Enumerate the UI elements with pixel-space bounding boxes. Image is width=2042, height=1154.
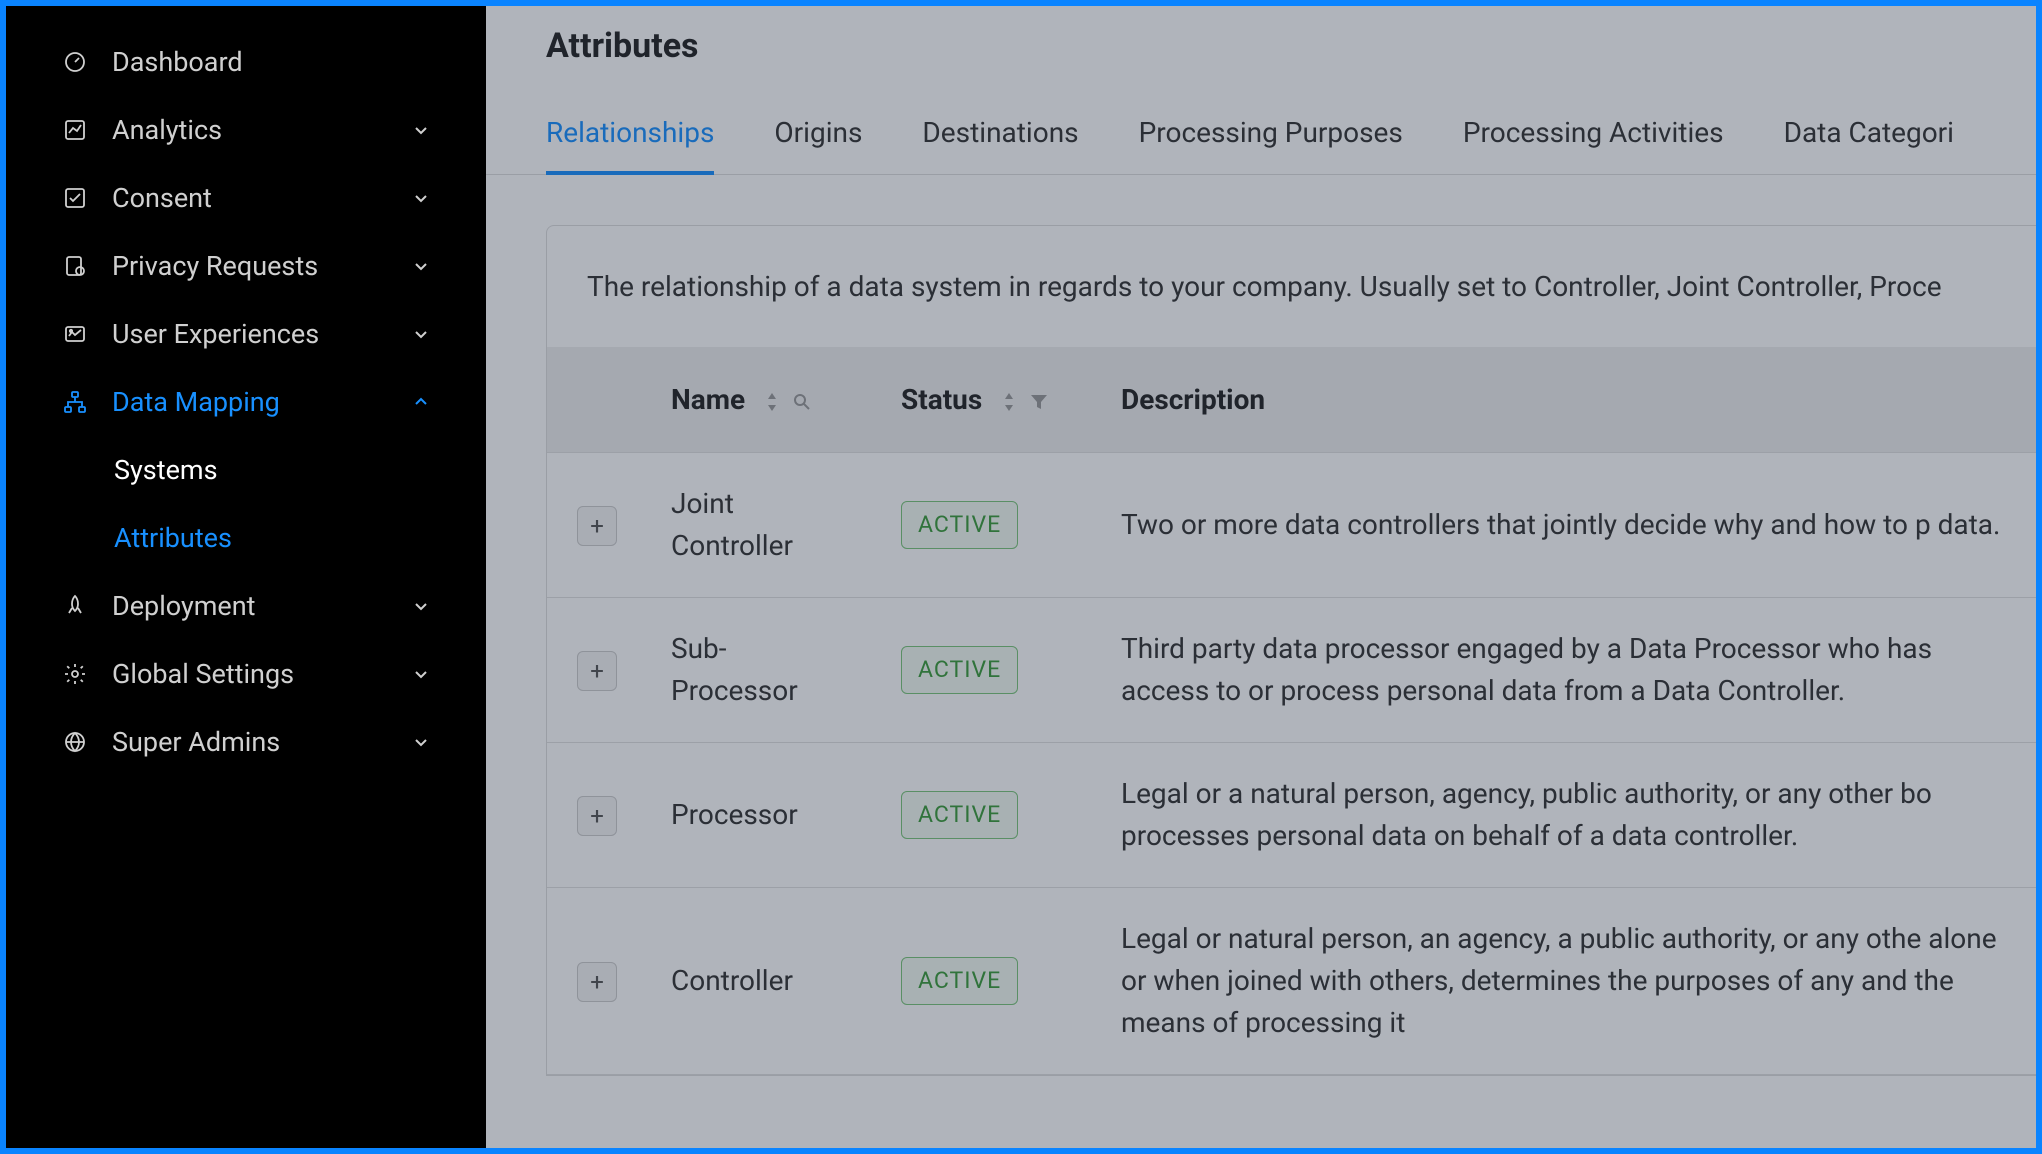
tab-origins[interactable]: Origins bbox=[774, 116, 862, 174]
sidebar-subitem-systems[interactable]: Systems bbox=[6, 436, 486, 504]
sidebar-item-label: User Experiences bbox=[112, 318, 412, 350]
status-badge: ACTIVE bbox=[901, 791, 1018, 840]
tab-data-categories[interactable]: Data Categori bbox=[1784, 116, 1954, 174]
sidebar-item-label: Analytics bbox=[112, 114, 412, 146]
settings-icon bbox=[62, 661, 88, 687]
tab-relationships[interactable]: Relationships bbox=[546, 116, 714, 175]
tab-destinations[interactable]: Destinations bbox=[922, 116, 1078, 174]
chevron-down-icon bbox=[412, 665, 430, 683]
sort-icon[interactable] bbox=[999, 392, 1019, 412]
sidebar-item-analytics[interactable]: Analytics bbox=[6, 96, 486, 164]
sidebar-item-label: Consent bbox=[112, 182, 412, 214]
sidebar-item-user-experiences[interactable]: User Experiences bbox=[6, 300, 486, 368]
table-row: + Joint Controller ACTIVE Two or more da… bbox=[547, 453, 2036, 598]
sidebar-subitem-label: Systems bbox=[114, 454, 218, 486]
sort-icon[interactable] bbox=[762, 392, 782, 412]
chevron-down-icon bbox=[412, 257, 430, 275]
cell-name: Processor bbox=[647, 743, 877, 888]
sidebar-item-dashboard[interactable]: Dashboard bbox=[6, 28, 486, 96]
sidebar-item-data-mapping[interactable]: Data Mapping bbox=[6, 368, 486, 436]
expand-button[interactable]: + bbox=[577, 796, 617, 836]
datamap-icon bbox=[62, 389, 88, 415]
panel-description: The relationship of a data system in reg… bbox=[547, 226, 2036, 347]
ux-icon bbox=[62, 321, 88, 347]
status-badge: ACTIVE bbox=[901, 501, 1018, 550]
sidebar-item-label: Global Settings bbox=[112, 658, 412, 690]
table-row: + Processor ACTIVE Legal or a natural pe… bbox=[547, 743, 2036, 888]
table-row: + Sub-Processor ACTIVE Third party data … bbox=[547, 598, 2036, 743]
status-badge: ACTIVE bbox=[901, 646, 1018, 695]
sidebar: Dashboard Analytics Consent Privac bbox=[6, 6, 486, 1148]
tab-processing-purposes[interactable]: Processing Purposes bbox=[1139, 116, 1403, 174]
tab-processing-activities[interactable]: Processing Activities bbox=[1463, 116, 1724, 174]
chevron-down-icon bbox=[412, 189, 430, 207]
sidebar-item-privacy-requests[interactable]: Privacy Requests bbox=[6, 232, 486, 300]
search-icon[interactable] bbox=[792, 392, 812, 412]
cell-description: Legal or natural person, an agency, a pu… bbox=[1097, 888, 2036, 1075]
cell-description: Two or more data controllers that jointl… bbox=[1097, 453, 2036, 598]
column-name[interactable]: Name bbox=[647, 347, 877, 453]
chevron-down-icon bbox=[412, 325, 430, 343]
expand-button[interactable]: + bbox=[577, 506, 617, 546]
sidebar-item-super-admins[interactable]: Super Admins bbox=[6, 708, 486, 776]
sidebar-item-label: Privacy Requests bbox=[112, 250, 412, 282]
sidebar-item-deployment[interactable]: Deployment bbox=[6, 572, 486, 640]
sidebar-item-label: Deployment bbox=[112, 590, 412, 622]
cell-name: Sub-Processor bbox=[647, 598, 877, 743]
cell-name: Controller bbox=[647, 888, 877, 1075]
column-status-label: Status bbox=[901, 383, 982, 416]
page-title: Attributes bbox=[486, 6, 2036, 96]
sidebar-item-global-settings[interactable]: Global Settings bbox=[6, 640, 486, 708]
chevron-down-icon bbox=[412, 121, 430, 139]
sidebar-item-label: Dashboard bbox=[112, 46, 430, 78]
column-description-label: Description bbox=[1121, 383, 1265, 416]
expand-button[interactable]: + bbox=[577, 962, 617, 1002]
status-badge: ACTIVE bbox=[901, 957, 1018, 1006]
chevron-down-icon bbox=[412, 597, 430, 615]
column-description: Description bbox=[1097, 347, 2036, 453]
chevron-down-icon bbox=[412, 733, 430, 751]
table-row: + Controller ACTIVE Legal or natural per… bbox=[547, 888, 2036, 1075]
column-status[interactable]: Status bbox=[877, 347, 1097, 453]
sidebar-item-label: Data Mapping bbox=[112, 386, 412, 418]
main-content: Attributes Relationships Origins Destina… bbox=[486, 6, 2036, 1148]
tabs: Relationships Origins Destinations Proce… bbox=[486, 96, 2036, 175]
globe-icon bbox=[62, 729, 88, 755]
panel: The relationship of a data system in reg… bbox=[546, 225, 2036, 1076]
expand-button[interactable]: + bbox=[577, 651, 617, 691]
cell-description: Third party data processor engaged by a … bbox=[1097, 598, 2036, 743]
sidebar-item-consent[interactable]: Consent bbox=[6, 164, 486, 232]
column-name-label: Name bbox=[671, 383, 745, 416]
filter-icon[interactable] bbox=[1029, 392, 1049, 412]
analytics-icon bbox=[62, 117, 88, 143]
deploy-icon bbox=[62, 593, 88, 619]
sidebar-item-label: Super Admins bbox=[112, 726, 412, 758]
chevron-up-icon bbox=[412, 393, 430, 411]
attributes-table: Name Status bbox=[547, 347, 2036, 1075]
cell-name: Joint Controller bbox=[647, 453, 877, 598]
dashboard-icon bbox=[62, 49, 88, 75]
cell-description: Legal or a natural person, agency, publi… bbox=[1097, 743, 2036, 888]
sidebar-subitem-attributes[interactable]: Attributes bbox=[6, 504, 486, 572]
consent-icon bbox=[62, 185, 88, 211]
column-expand bbox=[547, 347, 647, 453]
privacy-icon bbox=[62, 253, 88, 279]
sidebar-subitem-label: Attributes bbox=[114, 522, 232, 554]
